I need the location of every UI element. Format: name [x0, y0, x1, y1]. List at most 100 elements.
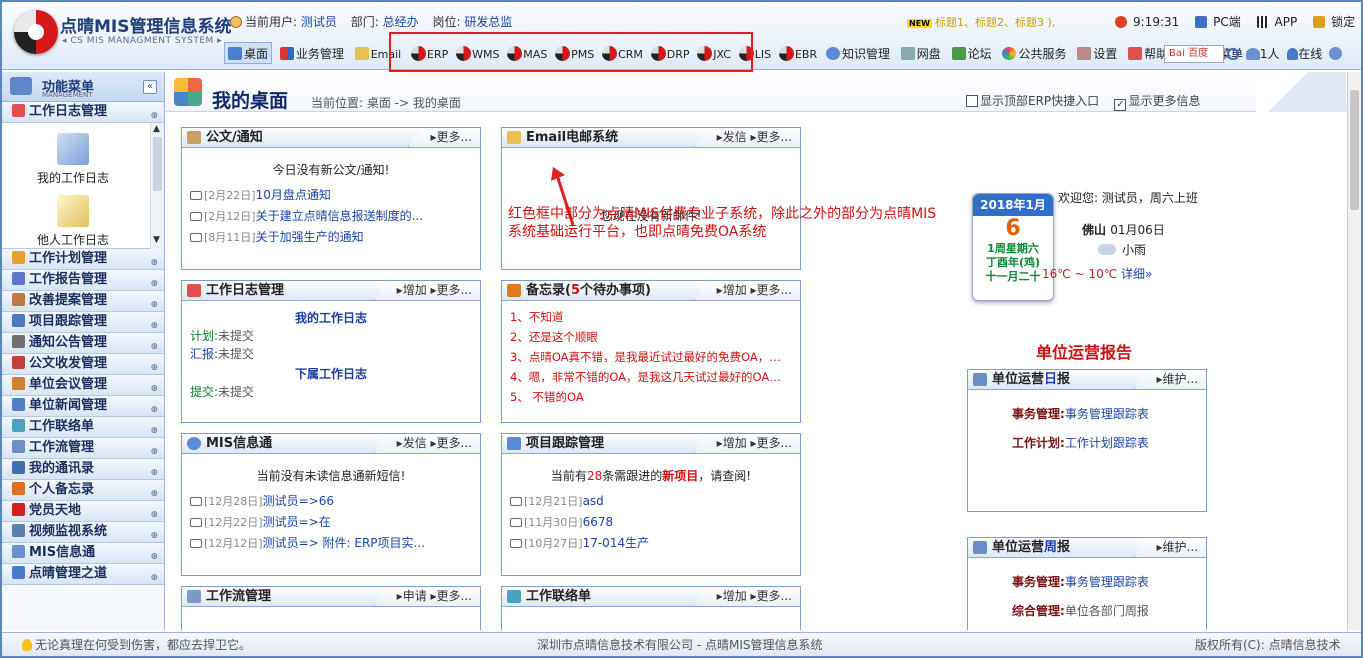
expand-icon[interactable]	[1329, 47, 1343, 60]
news-ticker[interactable]: NEW 标题1、标题2、标题3 ),	[907, 14, 1055, 30]
menu-group-11[interactable]: 我的通讯录 ⊕	[2, 459, 164, 480]
menu-group-5[interactable]: 通知公告管理 ⊕	[2, 333, 164, 354]
scroll-down-icon[interactable]: ▼	[153, 235, 160, 245]
worklog-add-link[interactable]: 增加	[403, 283, 427, 297]
menu-group-6[interactable]: 公文收发管理 ⊕	[2, 354, 164, 375]
mis-user[interactable]: 测试员	[263, 515, 299, 529]
contact-add-link[interactable]: 增加	[723, 589, 747, 603]
mis-item[interactable]: [12月22日]测试员=>在	[190, 512, 472, 533]
search-icon[interactable]	[1227, 48, 1239, 60]
mis-text[interactable]: =>66	[299, 494, 334, 508]
pc-button[interactable]: PC端	[1195, 15, 1247, 29]
notice-link[interactable]: 关于加强生产的通知	[256, 230, 364, 244]
menu-group-3[interactable]: 改善提案管理 ⊕	[2, 291, 164, 312]
memo-add-link[interactable]: 增加	[723, 283, 747, 297]
project-link[interactable]: 6678	[583, 515, 614, 529]
weather-detail-link[interactable]: 详细»	[1121, 267, 1152, 281]
worklog-more-link[interactable]: 更多...	[437, 283, 472, 297]
menu-group-worklog[interactable]: 工作日志管理 ⊕	[2, 102, 164, 123]
panel-memo-actions: ▸增加 ▸更多...	[693, 281, 800, 300]
notice-more-link[interactable]: 更多...	[437, 130, 472, 144]
menu-group-13[interactable]: 党员天地 ⊕	[2, 501, 164, 522]
project-item[interactable]: [10月27日]17-014生产	[510, 533, 792, 554]
nav-forum[interactable]: 论坛	[949, 43, 995, 65]
memo-item[interactable]: 1、不知道	[510, 307, 792, 327]
weekly-maint-link[interactable]: 维护...	[1163, 540, 1198, 554]
baidu-search[interactable]: Bai 百度	[1164, 45, 1224, 63]
main-scrollbar[interactable]	[1347, 72, 1361, 630]
sidebar-scrollbar[interactable]: ▲ ▼	[150, 123, 164, 249]
memo-more-link[interactable]: 更多...	[757, 283, 792, 297]
mis-more-link[interactable]: 更多...	[437, 436, 472, 450]
menu-group-7[interactable]: 单位会议管理 ⊕	[2, 375, 164, 396]
menu-group-1[interactable]: 工作计划管理 ⊕	[2, 249, 164, 270]
lock-button[interactable]: 锁定	[1313, 15, 1361, 29]
my-worklog-heading[interactable]: 我的工作日志	[190, 309, 472, 327]
opt-erp-entry[interactable]: 显示顶部ERP快捷入口	[966, 94, 1099, 108]
memo-item[interactable]: 4、嗯，非常不错的OA，是我这几天试过最好的OA…	[510, 367, 792, 387]
app-logo	[14, 10, 58, 54]
mis-send-link[interactable]: 发信	[403, 436, 427, 450]
project-item[interactable]: [12月21日]asd	[510, 491, 792, 512]
mis-text[interactable]: => 附件: ERP项目实...	[299, 536, 425, 550]
daily-r1-link[interactable]: 事务管理跟踪表	[1065, 407, 1149, 421]
daily-r2-link[interactable]: 工作计划跟踪表	[1065, 436, 1149, 450]
notice-item[interactable]: [2月12日]关于建立点晴信息报送制度的...	[190, 206, 472, 227]
email-more-link[interactable]: 更多...	[757, 130, 792, 144]
menu-group-12[interactable]: 个人备忘录 ⊕	[2, 480, 164, 501]
mis-item[interactable]: [12月12日]测试员=> 附件: ERP项目实...	[190, 533, 472, 554]
menu-group-9[interactable]: 工作联络单 ⊕	[2, 417, 164, 438]
app-other-worklog[interactable]: 他人工作日志	[18, 195, 128, 248]
mis-text[interactable]: =>在	[299, 515, 331, 529]
app-my-worklog[interactable]: 我的工作日志	[18, 133, 128, 186]
mis-user[interactable]: 测试员	[263, 536, 299, 550]
memo-item[interactable]: 3、点晴OA真不错，是我最近试过最好的免费OA，…	[510, 347, 792, 367]
sidebar-collapse-button[interactable]: «	[143, 80, 157, 94]
mis-item[interactable]: [12月28日]测试员=>66	[190, 491, 472, 512]
nav-knowledge[interactable]: 知识管理	[823, 43, 893, 65]
nav-public[interactable]: 公共服务	[999, 43, 1069, 65]
opt-more-info[interactable]: ✓ 显示更多信息	[1114, 94, 1200, 111]
notice-item[interactable]: [2月22日]10月盘点通知	[190, 185, 472, 206]
online-label[interactable]: 在线	[1298, 47, 1322, 61]
scroll-thumb[interactable]	[153, 137, 162, 191]
app-button[interactable]: APP	[1256, 15, 1304, 29]
daily-maint-link[interactable]: 维护...	[1163, 372, 1198, 386]
workflow-apply-link[interactable]: 申请	[403, 589, 427, 603]
online-count[interactable]: 1人	[1260, 47, 1280, 61]
project-link[interactable]: asd	[583, 494, 604, 508]
menu-group-2[interactable]: 工作报告管理 ⊕	[2, 270, 164, 291]
mis-user[interactable]: 测试员	[263, 494, 299, 508]
workflow-more-link[interactable]: 更多...	[437, 589, 472, 603]
news-text[interactable]: 标题1、标题2、标题3 ),	[935, 16, 1055, 29]
nav-desktop[interactable]: 桌面	[224, 42, 273, 64]
project-add-link[interactable]: 增加	[723, 436, 747, 450]
notice-link[interactable]: 关于建立点晴信息报送制度的...	[256, 209, 423, 223]
memo-item[interactable]: 2、还是这个顺眼	[510, 327, 792, 347]
memo-item[interactable]: 5、 不错的OA	[510, 387, 792, 407]
nav-settings[interactable]: 设置	[1074, 43, 1120, 65]
weekly-r1-link[interactable]: 事务管理跟踪表	[1065, 575, 1149, 589]
bulb-icon	[22, 639, 32, 651]
menu-group-14[interactable]: 视频监视系统 ⊕	[2, 522, 164, 543]
speaker-icon	[190, 233, 202, 242]
project-link[interactable]: 17-014生产	[583, 536, 650, 550]
nav-ebr[interactable]: EBR	[777, 44, 819, 66]
nav-business[interactable]: 业务管理	[277, 43, 347, 65]
current-user[interactable]: 测试员	[301, 15, 337, 29]
menu-group-8[interactable]: 单位新闻管理 ⊕	[2, 396, 164, 417]
sub-worklog-heading[interactable]: 下属工作日志	[190, 365, 472, 383]
email-send-link[interactable]: 发信	[723, 130, 747, 144]
notice-item[interactable]: [8月11日]关于加强生产的通知	[190, 227, 472, 248]
main-scroll-thumb[interactable]	[1350, 90, 1359, 210]
project-more-link[interactable]: 更多...	[757, 436, 792, 450]
nav-netdisk[interactable]: 网盘	[898, 43, 944, 65]
menu-group-15[interactable]: MIS信息通 ⊕	[2, 543, 164, 564]
scroll-up-icon[interactable]: ▲	[153, 124, 160, 134]
menu-group-10[interactable]: 工作流管理 ⊕	[2, 438, 164, 459]
menu-group-4[interactable]: 项目跟踪管理 ⊕	[2, 312, 164, 333]
project-item[interactable]: [11月30日]6678	[510, 512, 792, 533]
contact-more-link[interactable]: 更多...	[757, 589, 792, 603]
menu-group-16[interactable]: 点晴管理之道 ⊕	[2, 564, 164, 585]
notice-link[interactable]: 10月盘点通知	[256, 188, 331, 202]
